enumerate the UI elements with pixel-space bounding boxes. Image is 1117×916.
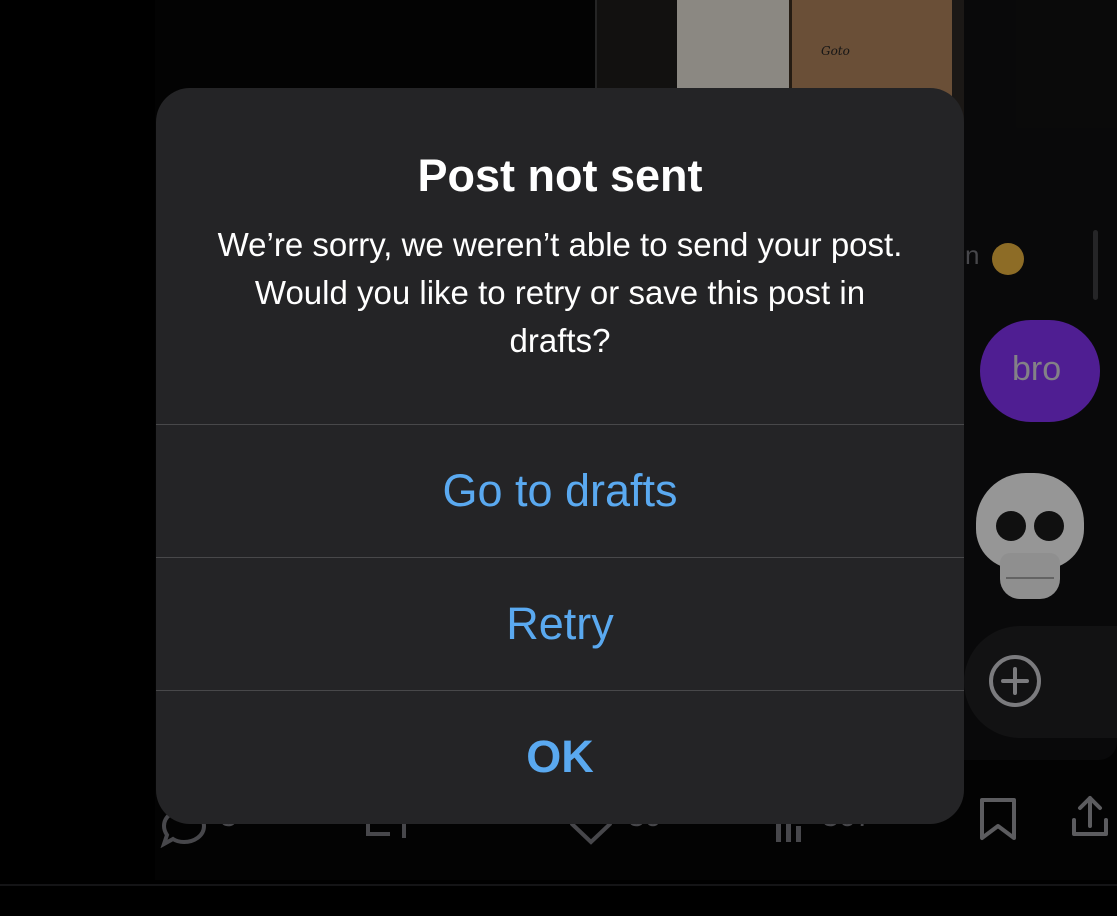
ok-button[interactable]: OK bbox=[156, 691, 964, 823]
go-to-drafts-button[interactable]: Go to drafts bbox=[156, 425, 964, 557]
retry-button[interactable]: Retry bbox=[156, 558, 964, 690]
dialog-message: We’re sorry, we weren’t able to send you… bbox=[217, 226, 903, 359]
alert-dialog: Post not sent We’re sorry, we weren’t ab… bbox=[156, 88, 964, 824]
dialog-title: Post not sent bbox=[417, 150, 703, 201]
